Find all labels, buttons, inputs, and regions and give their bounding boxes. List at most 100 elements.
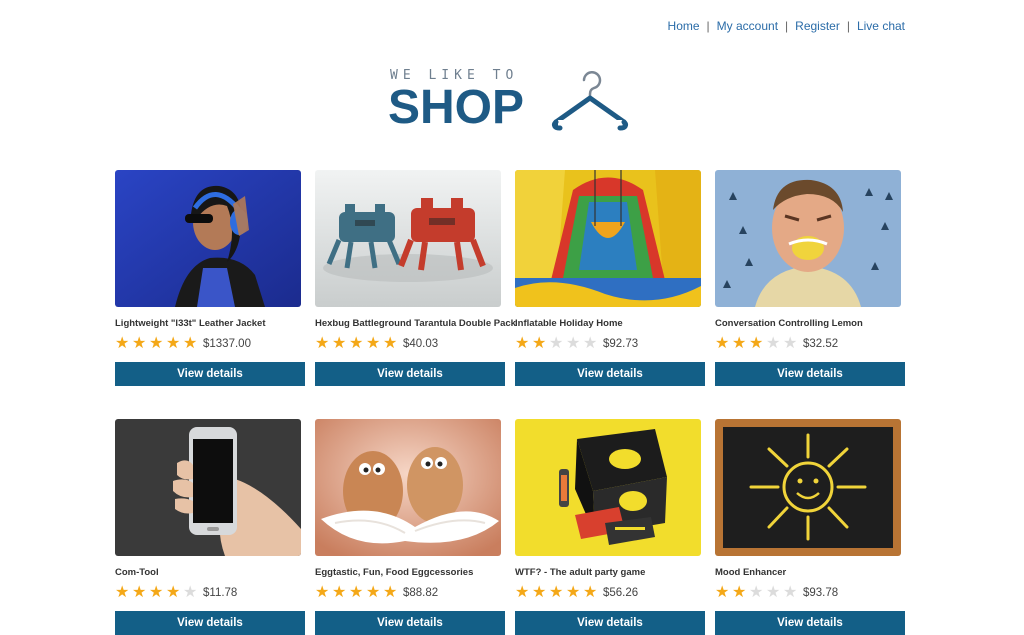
rating-stars: ★ ★ ★ ★ ★ <box>315 584 400 602</box>
product-rating: ★ ★ ★ ★ ★ $11.78 <box>115 585 305 601</box>
nav-my-account-link[interactable]: My account <box>717 19 778 33</box>
product-rating: ★ ★ ★ ★ ★ $32.52 <box>715 336 905 352</box>
product-rating: ★ ★ ★ ★ ★ $92.73 <box>515 336 705 352</box>
product-title[interactable]: Inflatable Holiday Home <box>515 318 705 330</box>
view-details-button[interactable]: View details <box>515 362 705 386</box>
star-filled-icon: ★ <box>315 584 330 601</box>
view-details-button[interactable]: View details <box>115 611 305 635</box>
star-filled-icon: ★ <box>383 335 398 352</box>
star-empty-icon: ★ <box>183 584 198 601</box>
product-image-hexbug[interactable] <box>315 170 501 307</box>
rating-stars: ★ ★ ★ ★ ★ <box>715 335 800 353</box>
product-title[interactable]: Eggtastic, Fun, Food Eggcessories <box>315 567 505 579</box>
star-filled-icon: ★ <box>332 584 347 601</box>
nav-live-chat-link[interactable]: Live chat <box>857 19 905 33</box>
star-filled-icon: ★ <box>532 584 547 601</box>
view-details-button[interactable]: View details <box>315 362 505 386</box>
star-filled-icon: ★ <box>515 335 530 352</box>
star-empty-icon: ★ <box>783 584 798 601</box>
nav-separator: | <box>785 19 789 33</box>
rating-stars: ★ ★ ★ ★ ★ <box>115 335 200 353</box>
product-title[interactable]: Com-Tool <box>115 567 305 579</box>
star-filled-icon: ★ <box>132 584 147 601</box>
product-card: Mood Enhancer ★ ★ ★ ★ ★ $93.78 View details <box>715 419 905 635</box>
star-filled-icon: ★ <box>115 584 130 601</box>
star-filled-icon: ★ <box>515 584 530 601</box>
star-filled-icon: ★ <box>532 335 547 352</box>
star-empty-icon: ★ <box>583 335 598 352</box>
star-filled-icon: ★ <box>732 584 747 601</box>
product-title[interactable]: Mood Enhancer <box>715 567 905 579</box>
star-filled-icon: ★ <box>166 584 181 601</box>
product-image-inflatable-home[interactable] <box>515 170 701 307</box>
star-empty-icon: ★ <box>566 335 581 352</box>
view-details-button[interactable]: View details <box>315 611 505 635</box>
rating-stars: ★ ★ ★ ★ ★ <box>115 584 200 602</box>
nav-separator: | <box>706 19 710 33</box>
rating-stars: ★ ★ ★ ★ ★ <box>715 584 800 602</box>
star-filled-icon: ★ <box>115 335 130 352</box>
star-filled-icon: ★ <box>149 584 164 601</box>
product-card: Hexbug Battleground Tarantula Double Pac… <box>315 170 516 386</box>
star-filled-icon: ★ <box>332 335 347 352</box>
star-empty-icon: ★ <box>766 584 781 601</box>
star-filled-icon: ★ <box>715 584 730 601</box>
product-rating: ★ ★ ★ ★ ★ $88.82 <box>315 585 505 601</box>
product-title[interactable]: WTF? - The adult party game <box>515 567 705 579</box>
product-image-mood-enhancer[interactable] <box>715 419 901 556</box>
product-card: WTF? - The adult party game ★ ★ ★ ★ ★ $56.26… <box>515 419 705 635</box>
star-filled-icon: ★ <box>366 584 381 601</box>
nav-home-link[interactable]: Home <box>668 19 700 33</box>
star-filled-icon: ★ <box>566 584 581 601</box>
product-title[interactable]: Lightweight "l33t" Leather Jacket <box>115 318 305 330</box>
star-empty-icon: ★ <box>549 335 564 352</box>
star-empty-icon: ★ <box>749 584 764 601</box>
view-details-button[interactable]: View details <box>515 611 705 635</box>
product-image-com-tool[interactable] <box>115 419 301 556</box>
product-card: Lightweight "l33t" Leather Jacket ★ ★ ★ ★ ★ … <box>115 170 305 386</box>
top-navigation: Home | My account | Register | Live chat <box>668 19 905 33</box>
nav-separator: | <box>846 19 850 33</box>
product-image-lemon[interactable] <box>715 170 901 307</box>
star-filled-icon: ★ <box>583 584 598 601</box>
star-empty-icon: ★ <box>783 335 798 352</box>
product-image-eggs[interactable] <box>315 419 501 556</box>
product-price: $93.78 <box>803 587 839 599</box>
product-rating: ★ ★ ★ ★ ★ $93.78 <box>715 585 905 601</box>
star-filled-icon: ★ <box>732 335 747 352</box>
product-card: Conversation Controlling Lemon ★ ★ ★ ★ ★ $32… <box>715 170 905 386</box>
view-details-button[interactable]: View details <box>115 362 305 386</box>
product-image-leather-jacket[interactable] <box>115 170 301 307</box>
star-filled-icon: ★ <box>383 584 398 601</box>
product-card: Inflatable Holiday Home ★ ★ ★ ★ ★ $92.73 Vie… <box>515 170 705 386</box>
view-details-button[interactable]: View details <box>715 362 905 386</box>
rating-stars: ★ ★ ★ ★ ★ <box>515 335 600 353</box>
product-rating: ★ ★ ★ ★ ★ $40.03 <box>315 336 505 352</box>
product-title[interactable]: Hexbug Battleground Tarantula Double Pac… <box>315 318 516 330</box>
star-filled-icon: ★ <box>183 335 198 352</box>
coat-hanger-icon <box>551 71 629 131</box>
rating-stars: ★ ★ ★ ★ ★ <box>315 335 400 353</box>
star-filled-icon: ★ <box>132 335 147 352</box>
product-price: $88.82 <box>403 587 439 599</box>
star-filled-icon: ★ <box>149 335 164 352</box>
product-price: $32.52 <box>803 338 839 350</box>
site-logo[interactable]: WE LIKE TO SHOP <box>388 66 638 136</box>
product-rating: ★ ★ ★ ★ ★ $1337.00 <box>115 336 305 352</box>
logo-wordmark: SHOP <box>388 81 525 134</box>
product-price: $56.26 <box>603 587 639 599</box>
star-filled-icon: ★ <box>749 335 764 352</box>
star-filled-icon: ★ <box>315 335 330 352</box>
star-filled-icon: ★ <box>715 335 730 352</box>
product-price: $40.03 <box>403 338 439 350</box>
product-image-party-game[interactable] <box>515 419 701 556</box>
product-card: Eggtastic, Fun, Food Eggcessories ★ ★ ★ ★ ★ … <box>315 419 505 635</box>
star-filled-icon: ★ <box>349 584 364 601</box>
star-filled-icon: ★ <box>349 335 364 352</box>
rating-stars: ★ ★ ★ ★ ★ <box>515 584 600 602</box>
product-title[interactable]: Conversation Controlling Lemon <box>715 318 905 330</box>
product-card: Com-Tool ★ ★ ★ ★ ★ $11.78 View details <box>115 419 305 635</box>
view-details-button[interactable]: View details <box>715 611 905 635</box>
nav-register-link[interactable]: Register <box>795 19 840 33</box>
star-empty-icon: ★ <box>766 335 781 352</box>
